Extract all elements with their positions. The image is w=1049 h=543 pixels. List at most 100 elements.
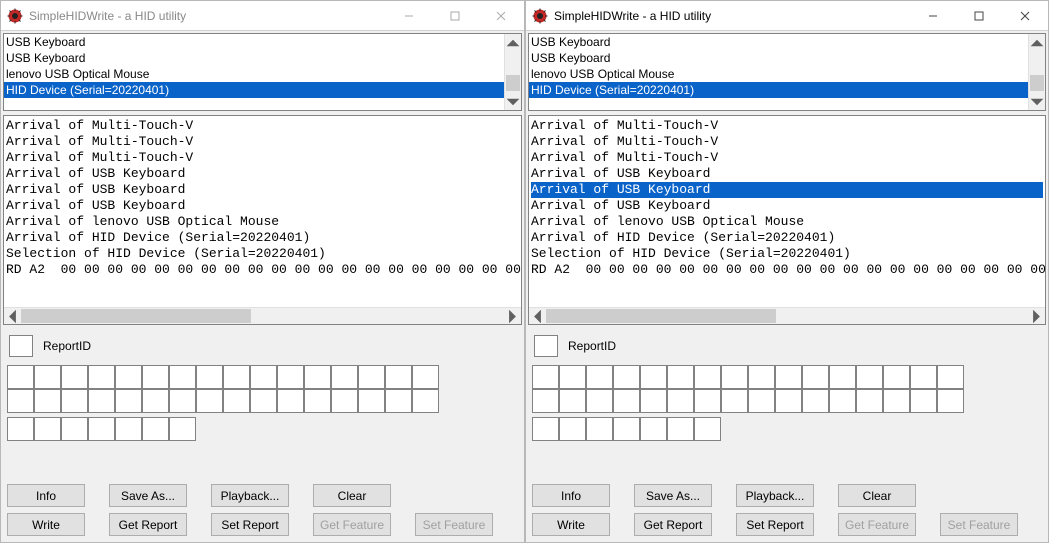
device-list-scrollbar[interactable] — [504, 34, 521, 110]
byte-input[interactable] — [412, 365, 439, 389]
device-list[interactable]: USB KeyboardUSB Keyboardlenovo USB Optic… — [3, 33, 522, 111]
byte-input[interactable] — [304, 365, 331, 389]
byte-input[interactable] — [586, 365, 613, 389]
byte-input[interactable] — [937, 389, 964, 413]
byte-input[interactable] — [910, 389, 937, 413]
byte-input[interactable] — [304, 389, 331, 413]
byte-input[interactable] — [640, 417, 667, 441]
minimize-button[interactable] — [910, 1, 956, 31]
log-line[interactable]: Arrival of lenovo USB Optical Mouse — [531, 214, 1043, 230]
info-button[interactable]: Info — [532, 484, 610, 507]
write-button[interactable]: Write — [7, 513, 85, 536]
byte-input[interactable] — [748, 365, 775, 389]
log-line[interactable]: RD A2 00 00 00 00 00 00 00 00 00 00 00 0… — [6, 262, 519, 278]
byte-input[interactable] — [115, 417, 142, 441]
byte-input[interactable] — [142, 389, 169, 413]
scroll-left-icon[interactable] — [529, 308, 546, 324]
byte-input[interactable] — [196, 365, 223, 389]
byte-input[interactable] — [532, 365, 559, 389]
log-line[interactable]: Arrival of USB Keyboard — [531, 198, 1043, 214]
byte-input[interactable] — [34, 417, 61, 441]
byte-input[interactable] — [277, 389, 304, 413]
clear-button[interactable]: Clear — [313, 484, 391, 507]
byte-input[interactable] — [937, 365, 964, 389]
byte-input[interactable] — [196, 389, 223, 413]
byte-input[interactable] — [223, 389, 250, 413]
byte-input[interactable] — [856, 365, 883, 389]
byte-input[interactable] — [667, 417, 694, 441]
device-list[interactable]: USB KeyboardUSB Keyboardlenovo USB Optic… — [528, 33, 1046, 111]
byte-input[interactable] — [412, 389, 439, 413]
byte-input[interactable] — [856, 389, 883, 413]
scroll-up-icon[interactable] — [1029, 34, 1045, 51]
byte-input[interactable] — [7, 417, 34, 441]
log-line[interactable]: Arrival of USB Keyboard — [531, 182, 1043, 198]
byte-input[interactable] — [88, 417, 115, 441]
clear-button[interactable]: Clear — [838, 484, 916, 507]
log-hscrollbar[interactable] — [4, 307, 521, 324]
byte-input[interactable] — [640, 389, 667, 413]
byte-input[interactable] — [7, 365, 34, 389]
byte-input[interactable] — [223, 365, 250, 389]
scroll-left-icon[interactable] — [4, 308, 21, 324]
scroll-down-icon[interactable] — [1029, 93, 1045, 110]
report-id-input[interactable] — [534, 335, 558, 357]
byte-input[interactable] — [532, 417, 559, 441]
byte-input[interactable] — [721, 365, 748, 389]
byte-input[interactable] — [115, 389, 142, 413]
maximize-button[interactable] — [432, 1, 478, 31]
byte-input[interactable] — [61, 417, 88, 441]
get-report-button[interactable]: Get Report — [634, 513, 712, 536]
playback-button[interactable]: Playback... — [736, 484, 814, 507]
scroll-down-icon[interactable] — [505, 93, 521, 110]
byte-input[interactable] — [385, 389, 412, 413]
playback-button[interactable]: Playback... — [211, 484, 289, 507]
byte-input[interactable] — [250, 365, 277, 389]
byte-input[interactable] — [88, 365, 115, 389]
save-as-button[interactable]: Save As... — [109, 484, 187, 507]
byte-input[interactable] — [775, 389, 802, 413]
get-report-button[interactable]: Get Report — [109, 513, 187, 536]
byte-input[interactable] — [142, 417, 169, 441]
set-report-button[interactable]: Set Report — [211, 513, 289, 536]
byte-input[interactable] — [694, 417, 721, 441]
log-line[interactable]: Arrival of Multi-Touch-V — [6, 134, 519, 150]
log-line[interactable]: Arrival of lenovo USB Optical Mouse — [6, 214, 519, 230]
log-line[interactable]: Arrival of USB Keyboard — [531, 166, 1043, 182]
byte-input[interactable] — [802, 365, 829, 389]
log-line[interactable]: Selection of HID Device (Serial=20220401… — [6, 246, 519, 262]
byte-input[interactable] — [775, 365, 802, 389]
log-line[interactable]: Arrival of USB Keyboard — [6, 198, 519, 214]
byte-input[interactable] — [7, 389, 34, 413]
byte-input[interactable] — [559, 365, 586, 389]
device-row[interactable]: HID Device (Serial=20220401) — [4, 82, 504, 98]
byte-input[interactable] — [802, 389, 829, 413]
log-line[interactable]: Arrival of USB Keyboard — [6, 182, 519, 198]
device-row[interactable]: HID Device (Serial=20220401) — [529, 82, 1028, 98]
log-area[interactable]: Arrival of Multi-Touch-VArrival of Multi… — [3, 115, 522, 325]
close-button[interactable] — [478, 1, 524, 31]
byte-input[interactable] — [331, 389, 358, 413]
byte-input[interactable] — [640, 365, 667, 389]
titlebar[interactable]: SimpleHIDWrite - a HID utility — [1, 1, 524, 31]
byte-input[interactable] — [694, 365, 721, 389]
byte-input[interactable] — [667, 389, 694, 413]
device-row[interactable]: USB Keyboard — [529, 34, 1028, 50]
report-id-input[interactable] — [9, 335, 33, 357]
byte-input[interactable] — [169, 365, 196, 389]
log-line[interactable]: RD A2 00 00 00 00 00 00 00 00 00 00 00 0… — [531, 262, 1043, 278]
byte-input[interactable] — [748, 389, 775, 413]
log-line[interactable]: Arrival of Multi-Touch-V — [531, 118, 1043, 134]
maximize-button[interactable] — [956, 1, 1002, 31]
device-row[interactable]: lenovo USB Optical Mouse — [4, 66, 504, 82]
save-as-button[interactable]: Save As... — [634, 484, 712, 507]
byte-input[interactable] — [883, 365, 910, 389]
log-hscrollbar[interactable] — [529, 307, 1045, 324]
scroll-up-icon[interactable] — [505, 34, 521, 51]
log-line[interactable]: Arrival of HID Device (Serial=20220401) — [6, 230, 519, 246]
log-line[interactable]: Arrival of HID Device (Serial=20220401) — [531, 230, 1043, 246]
byte-input[interactable] — [586, 389, 613, 413]
byte-input[interactable] — [559, 417, 586, 441]
byte-input[interactable] — [277, 365, 304, 389]
log-line[interactable]: Arrival of Multi-Touch-V — [531, 134, 1043, 150]
